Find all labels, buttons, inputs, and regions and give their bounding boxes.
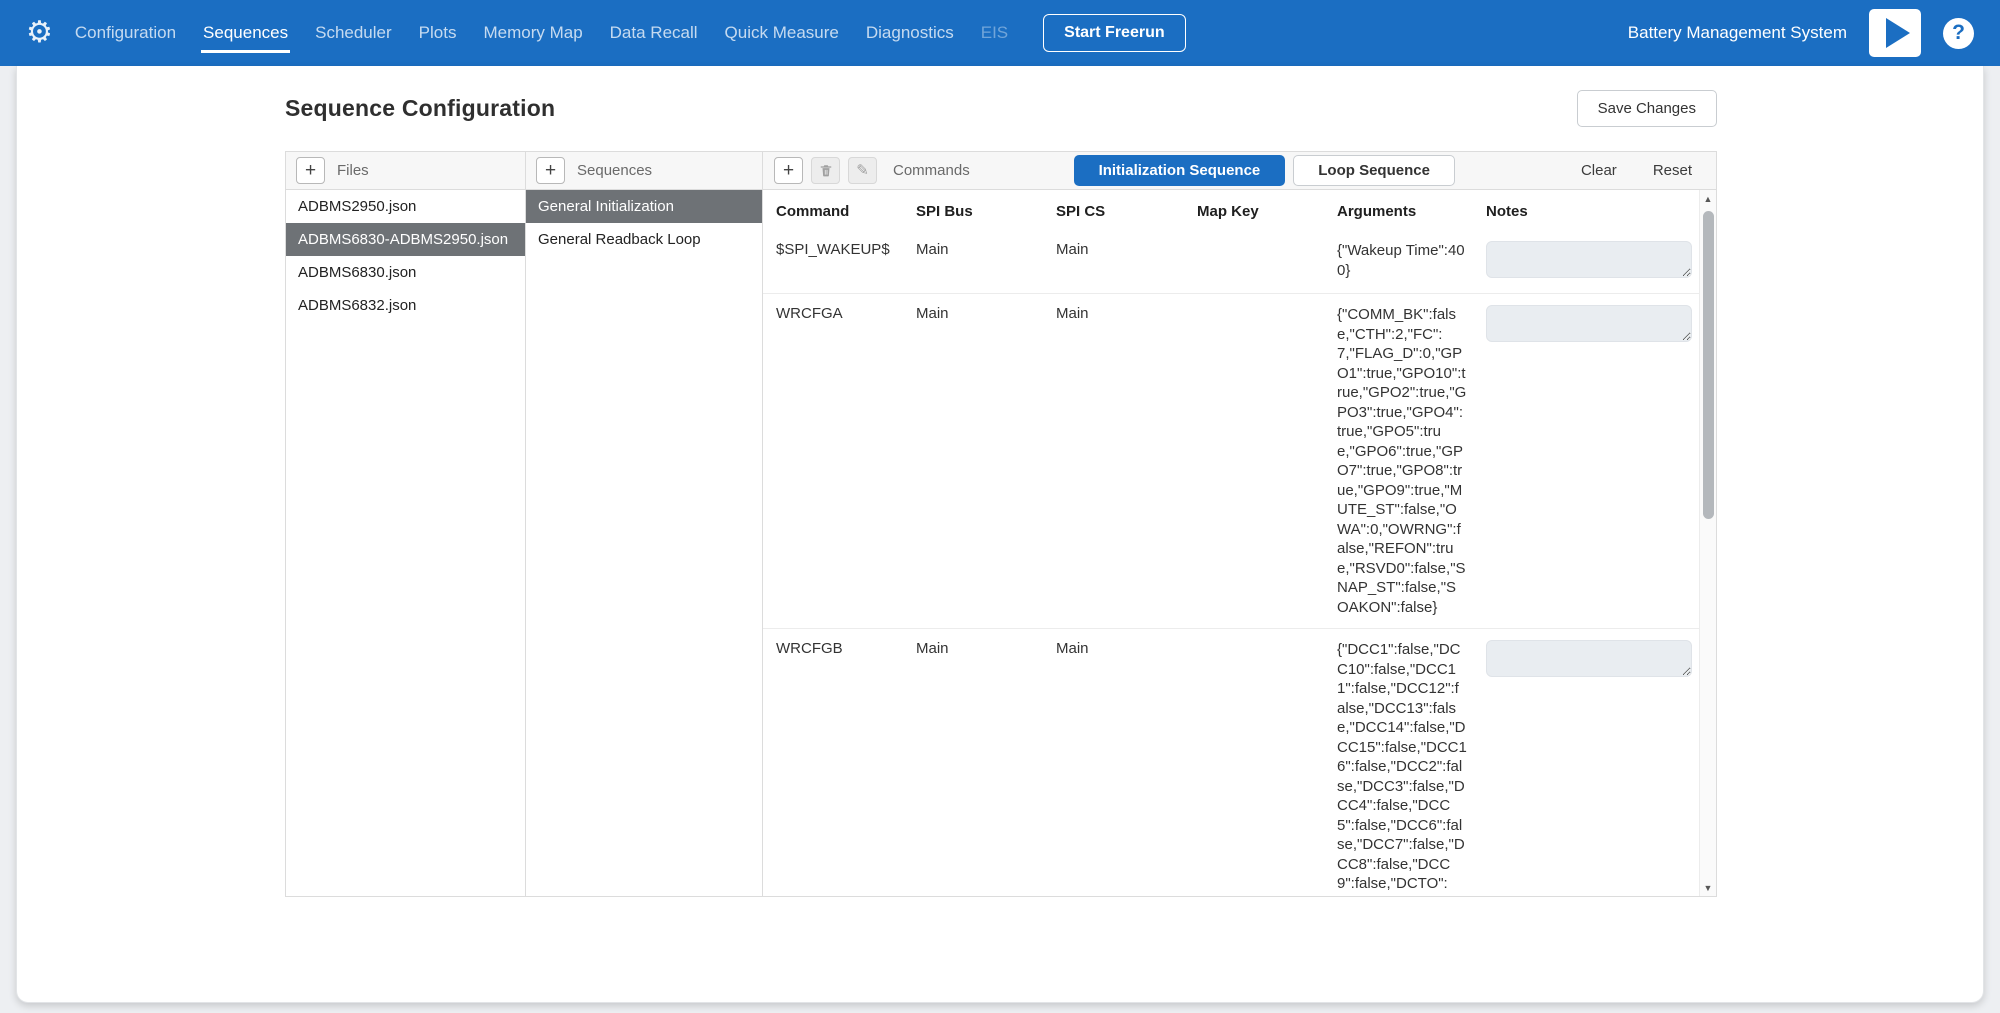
arguments-cell: {"COMM_BK":false,"CTH":2,"FC":7,"FLAG_D"… [1337,305,1482,617]
notes-input[interactable] [1486,241,1692,278]
command-cell: $SPI_WAKEUP$ [776,241,916,258]
clear-button[interactable]: Clear [1581,162,1617,179]
nav-item-quick-measure[interactable]: Quick Measure [725,2,839,64]
reset-button[interactable]: Reset [1653,162,1692,179]
spi-bus-cell: Main [916,640,1056,657]
add-command-button[interactable]: + [774,157,803,184]
column-header-spi-bus: SPI Bus [916,203,1056,220]
commands-table-header: Command SPI Bus SPI CS Map Key Arguments… [763,190,1699,230]
spi-cs-cell: Main [1056,241,1197,258]
column-header-notes: Notes [1482,203,1699,220]
commands-panel-header: + ✎ Commands Initialization Sequence Loo… [763,152,1716,190]
commands-table: Command SPI Bus SPI CS Map Key Arguments… [763,190,1716,896]
scroll-down-icon[interactable]: ▼ [1700,879,1716,896]
save-changes-button[interactable]: Save Changes [1577,90,1717,127]
column-header-command: Command [776,203,916,220]
help-icon[interactable]: ? [1943,18,1974,49]
table-row[interactable]: $SPI_WAKEUP$ Main Main {"Wakeup Time":40… [763,230,1699,294]
nav-item-diagnostics[interactable]: Diagnostics [866,2,954,64]
sequences-panel: + Sequences General Initialization Gener… [526,152,763,896]
column-header-arguments: Arguments [1337,203,1482,220]
nav-item-data-recall[interactable]: Data Recall [610,2,698,64]
nav-item-sequences[interactable]: Sequences [203,2,288,64]
scrollbar-thumb[interactable] [1703,211,1714,519]
delete-command-button[interactable] [811,157,840,184]
column-header-spi-cs: SPI CS [1056,203,1197,220]
page-title: Sequence Configuration [285,95,555,122]
commands-panel: + ✎ Commands Initialization Sequence Loo… [763,152,1716,896]
nav-item-plots[interactable]: Plots [419,2,457,64]
arguments-cell: {"DCC1":false,"DCC10":false,"DCC11":fals… [1337,640,1482,896]
column-header-map-key: Map Key [1197,203,1337,220]
scroll-up-icon[interactable]: ▲ [1700,190,1716,207]
app-title: Battery Management System [1628,23,1847,43]
command-cell: WRCFGB [776,640,916,657]
sequence-type-tabs: Initialization Sequence Loop Sequence [1074,155,1455,186]
files-panel-header: + Files [286,152,525,190]
play-icon [1886,18,1910,48]
table-row[interactable]: WRCFGB Main Main {"DCC1":false,"DCC10":f… [763,629,1699,896]
tab-initialization-sequence[interactable]: Initialization Sequence [1074,155,1286,186]
file-item-adbms2950[interactable]: ADBMS2950.json [286,190,525,223]
notes-input[interactable] [1486,640,1692,677]
spi-cs-cell: Main [1056,640,1197,657]
main-card: Sequence Configuration Save Changes + Fi… [16,66,1984,1003]
panels-container: + Files ADBMS2950.json ADBMS6830-ADBMS29… [285,151,1717,897]
arguments-cell: {"Wakeup Time":400} [1337,241,1482,280]
nav-item-scheduler[interactable]: Scheduler [315,2,392,64]
files-panel: + Files ADBMS2950.json ADBMS6830-ADBMS29… [286,152,526,896]
commands-panel-title: Commands [893,162,970,179]
top-navbar: ⚙ Configuration Sequences Scheduler Plot… [0,0,2000,66]
file-item-adbms6832[interactable]: ADBMS6832.json [286,289,525,322]
sequences-panel-title: Sequences [577,162,652,179]
spi-bus-cell: Main [916,241,1056,258]
sequence-item-general-initialization[interactable]: General Initialization [526,190,762,223]
tab-loop-sequence[interactable]: Loop Sequence [1293,155,1455,186]
spi-cs-cell: Main [1056,305,1197,322]
command-cell: WRCFGA [776,305,916,322]
gear-icon[interactable]: ⚙ [26,18,53,48]
trash-icon [819,163,833,178]
files-panel-title: Files [337,162,369,179]
nav-item-memory-map[interactable]: Memory Map [483,2,582,64]
pencil-icon: ✎ [856,163,869,178]
notes-input[interactable] [1486,305,1692,342]
file-item-adbms6830[interactable]: ADBMS6830.json [286,256,525,289]
spi-bus-cell: Main [916,305,1056,322]
play-button[interactable] [1869,9,1921,57]
sequences-panel-header: + Sequences [526,152,762,190]
nav-item-eis: EIS [981,2,1008,64]
add-file-button[interactable]: + [296,157,325,184]
table-row[interactable]: WRCFGA Main Main {"COMM_BK":false,"CTH":… [763,294,1699,629]
nav-item-configuration[interactable]: Configuration [75,2,176,64]
start-freerun-button[interactable]: Start Freerun [1043,14,1185,52]
sequence-item-general-readback-loop[interactable]: General Readback Loop [526,223,762,256]
edit-command-button[interactable]: ✎ [848,157,877,184]
file-item-adbms6830-adbms2950[interactable]: ADBMS6830-ADBMS2950.json [286,223,525,256]
vertical-scrollbar[interactable]: ▲ ▼ [1699,190,1716,896]
add-sequence-button[interactable]: + [536,157,565,184]
